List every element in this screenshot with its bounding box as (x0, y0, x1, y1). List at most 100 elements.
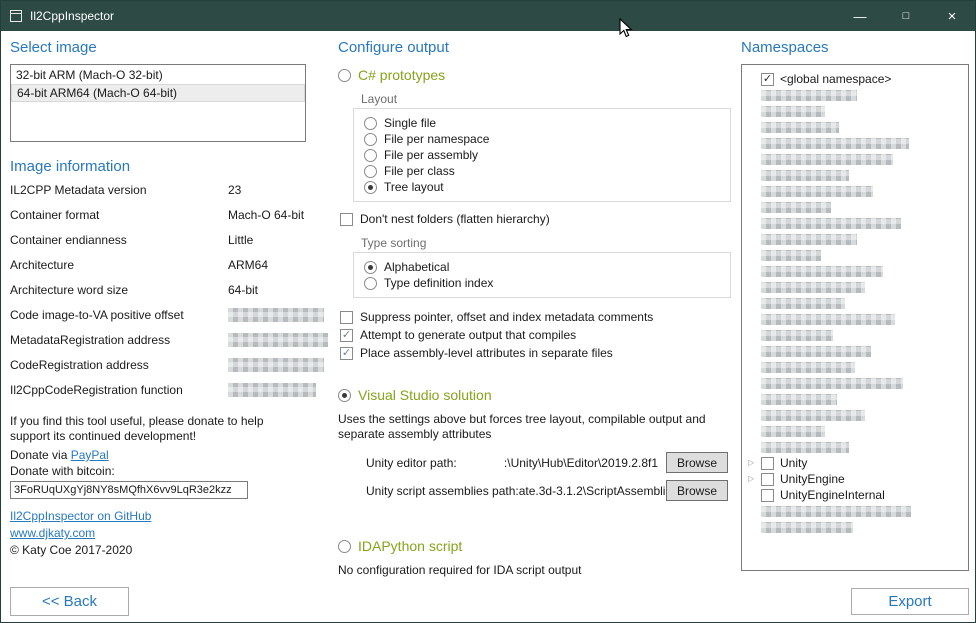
maximize-button[interactable]: □ (883, 1, 929, 31)
redacted-value (228, 383, 316, 397)
attributes-checkbox[interactable]: Place assembly-level attributes in separ… (340, 346, 734, 360)
suppress-checkbox[interactable]: Suppress pointer, offset and index metad… (340, 310, 734, 324)
radio-icon (338, 69, 351, 82)
sorting-option[interactable]: Alphabetical (364, 259, 720, 275)
namespace-checkbox[interactable] (761, 457, 774, 470)
namespace-item[interactable] (744, 263, 966, 279)
namespace-checkbox[interactable] (761, 73, 774, 86)
layout-options: Single fileFile per namespaceFile per as… (353, 108, 731, 202)
image-list[interactable]: 32-bit ARM (Mach-O 32-bit)64-bit ARM64 (… (10, 64, 306, 142)
back-button[interactable]: << Back (10, 587, 129, 616)
layout-option[interactable]: File per namespace (364, 131, 720, 147)
namespace-item[interactable] (744, 183, 966, 199)
export-button[interactable]: Export (851, 588, 969, 615)
csharp-prototypes-label: C# prototypes (358, 67, 445, 83)
namespace-item[interactable] (744, 311, 966, 327)
namespace-item[interactable]: <global namespace> (744, 71, 966, 87)
info-row: Code image-to-VA positive offset (10, 308, 306, 333)
layout-group-label: Layout (361, 92, 734, 106)
donate-paypal-line: Donate via PayPal (10, 448, 306, 462)
info-label: Container endianness (10, 233, 228, 247)
namespace-checkbox[interactable] (761, 489, 774, 502)
title-bar[interactable]: Il2CppInspector — □ × (1, 1, 975, 31)
namespace-item[interactable] (744, 199, 966, 215)
info-value: ARM64 (228, 258, 306, 272)
minimize-button[interactable]: — (837, 1, 883, 31)
redacted-namespace (761, 234, 857, 245)
namespace-item[interactable] (744, 215, 966, 231)
info-value (228, 333, 328, 350)
redacted-namespace (761, 250, 821, 261)
redacted-namespace (761, 410, 865, 421)
expander-icon[interactable]: ▷ (748, 475, 761, 483)
namespace-item[interactable] (744, 375, 966, 391)
redacted-namespace (761, 202, 831, 213)
radio-icon (364, 133, 377, 146)
namespace-item[interactable] (744, 103, 966, 119)
namespace-item[interactable] (744, 327, 966, 343)
radio-icon (364, 181, 377, 194)
namespace-item[interactable]: ▷UnityEngine (744, 471, 966, 487)
namespace-item[interactable] (744, 423, 966, 439)
csharp-prototypes-radio[interactable]: C# prototypes (338, 66, 734, 84)
compiles-checkbox[interactable]: Attempt to generate output that compiles (340, 328, 734, 342)
layout-option[interactable]: File per assembly (364, 147, 720, 163)
redacted-namespace (761, 266, 883, 277)
info-label: MetadataRegistration address (10, 333, 228, 347)
flatten-checkbox[interactable]: Don't nest folders (flatten hierarchy) (340, 212, 734, 226)
info-table: IL2CPP Metadata version23Container forma… (10, 183, 306, 408)
flatten-label: Don't nest folders (flatten hierarchy) (360, 212, 550, 226)
unity-editor-path-row: Unity editor path: :\Unity\Hub\Editor\20… (366, 452, 728, 473)
namespace-item[interactable] (744, 231, 966, 247)
browse-editor-button[interactable]: Browse (666, 452, 728, 473)
namespace-item[interactable]: UnityEngineInternal (744, 487, 966, 503)
donate-text: If you find this tool useful, please don… (10, 414, 302, 444)
namespace-item[interactable] (744, 503, 966, 519)
namespace-item[interactable] (744, 247, 966, 263)
idapython-radio[interactable]: IDAPython script (338, 537, 734, 555)
paypal-link[interactable]: PayPal (71, 448, 109, 462)
select-image-heading: Select image (10, 39, 306, 56)
info-value: Mach-O 64-bit (228, 208, 306, 222)
expander-icon[interactable]: ▷ (748, 459, 761, 467)
sorting-option-label: Type definition index (384, 276, 493, 290)
unity-script-path-value: ate.3d-3.1.2\ScriptAssemblies (519, 484, 666, 498)
website-link[interactable]: www.djkaty.com (10, 526, 95, 540)
layout-option[interactable]: Tree layout (364, 179, 720, 195)
namespace-item[interactable] (744, 343, 966, 359)
info-label: Il2CppCodeRegistration function (10, 383, 228, 397)
namespace-item[interactable] (744, 519, 966, 535)
visual-studio-radio[interactable]: Visual Studio solution (338, 386, 734, 404)
layout-option[interactable]: File per class (364, 163, 720, 179)
namespace-item[interactable] (744, 279, 966, 295)
namespace-item[interactable] (744, 167, 966, 183)
idapython-description: No configuration required for IDA script… (338, 563, 734, 577)
image-list-item[interactable]: 32-bit ARM (Mach-O 32-bit) (11, 66, 305, 84)
namespace-item[interactable]: ▷Unity (744, 455, 966, 471)
visual-studio-description: Uses the settings above but forces tree … (338, 412, 714, 442)
namespace-list[interactable]: <global namespace> ▷Unity▷UnityEngineUnit… (741, 64, 969, 571)
image-list-item[interactable]: 64-bit ARM64 (Mach-O 64-bit) (11, 84, 305, 102)
namespace-item[interactable] (744, 135, 966, 151)
namespace-item[interactable] (744, 359, 966, 375)
browse-script-button[interactable]: Browse (666, 480, 728, 501)
redacted-value (228, 308, 324, 322)
layout-option-label: File per assembly (384, 148, 478, 162)
namespace-item[interactable] (744, 119, 966, 135)
namespace-item[interactable] (744, 391, 966, 407)
redacted-namespace (761, 330, 833, 341)
radio-icon (364, 261, 377, 274)
namespace-item[interactable] (744, 295, 966, 311)
namespace-item[interactable] (744, 87, 966, 103)
namespace-item[interactable] (744, 439, 966, 455)
unity-editor-path-label: Unity editor path: (366, 456, 457, 470)
namespace-checkbox[interactable] (761, 473, 774, 486)
layout-option[interactable]: Single file (364, 115, 720, 131)
bitcoin-address-input[interactable] (10, 481, 248, 499)
github-link[interactable]: Il2CppInspector on GitHub (10, 509, 151, 523)
namespace-item[interactable] (744, 151, 966, 167)
namespace-item[interactable] (744, 407, 966, 423)
sorting-option[interactable]: Type definition index (364, 275, 720, 291)
close-button[interactable]: × (929, 1, 975, 31)
copyright-text: © Katy Coe 2017-2020 (10, 543, 306, 557)
